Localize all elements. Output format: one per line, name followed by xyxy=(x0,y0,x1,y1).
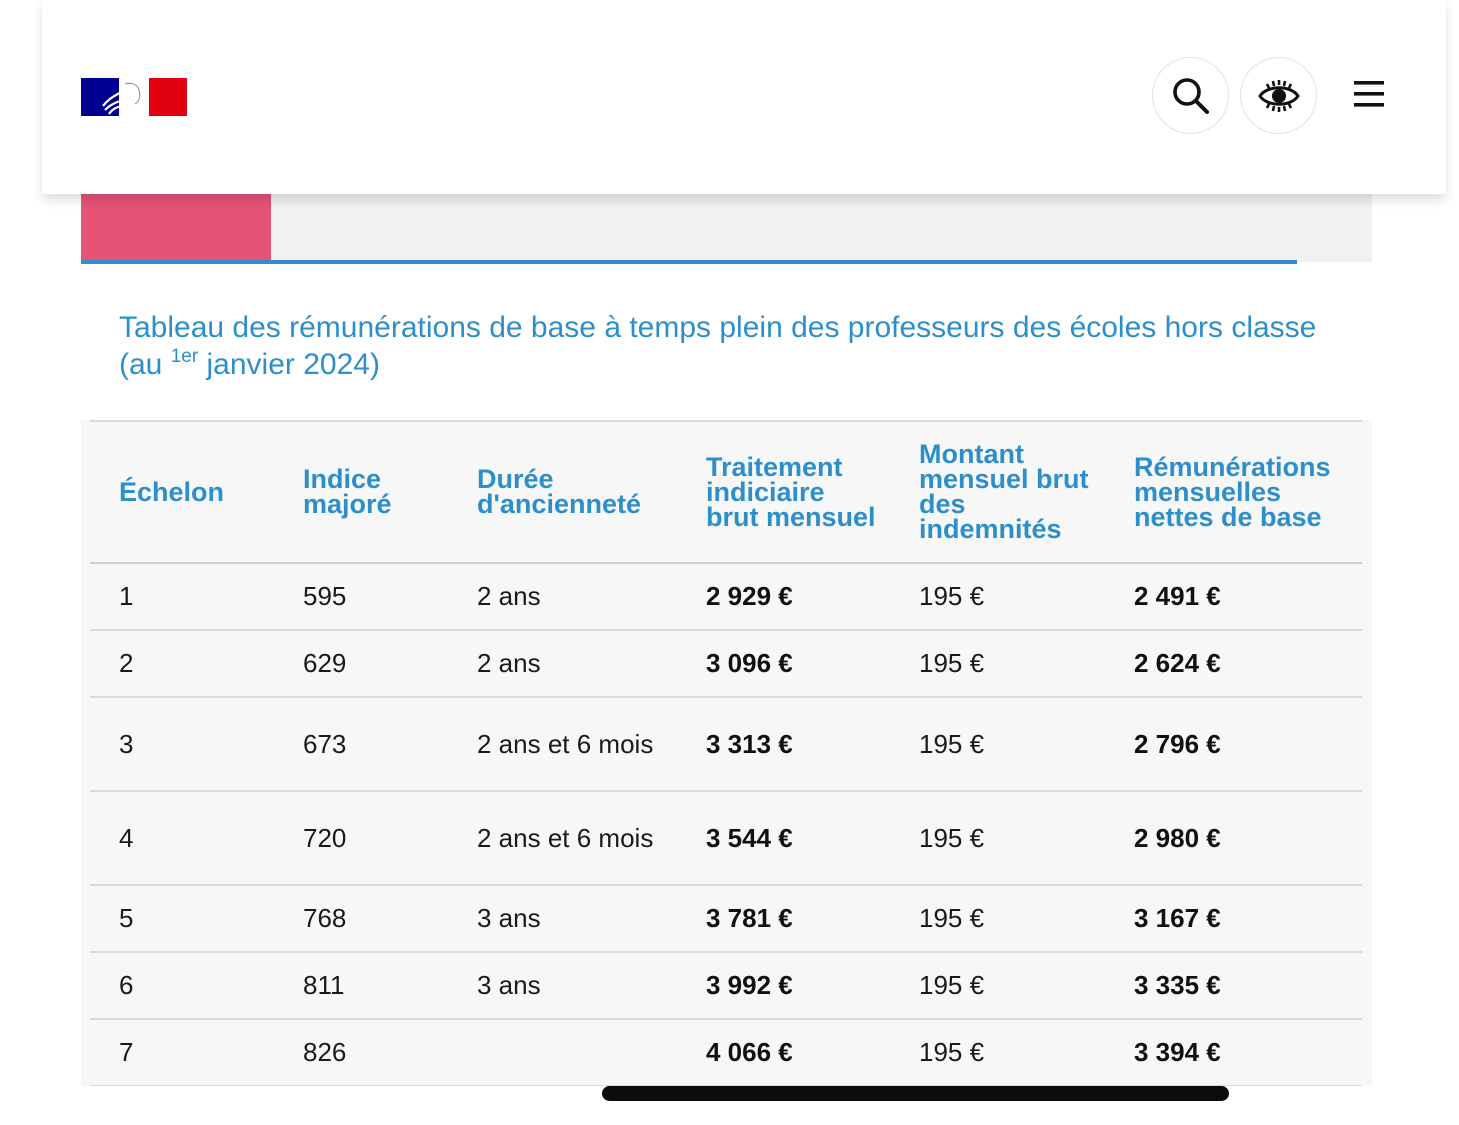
tab-active[interactable] xyxy=(81,194,271,260)
table-row: 6 811 3 ans 3 992 € 195 € 3 335 € xyxy=(90,952,1362,1019)
cell-indemnites: 195 € xyxy=(919,648,985,678)
cell-echelon: 6 xyxy=(119,970,134,1000)
column-header-indice: Indice majoré xyxy=(303,464,392,519)
cell-echelon: 5 xyxy=(119,903,134,933)
cell-indemnites: 195 € xyxy=(919,822,985,853)
cell-echelon: 1 xyxy=(119,581,134,611)
eye-accessibility-icon xyxy=(1257,79,1300,112)
cell-traitement: 3 313 € xyxy=(706,728,793,759)
menu-button[interactable] xyxy=(1347,72,1391,116)
table-row: 4 720 2 ans et 6 mois 3 544 € 195 € 2 98… xyxy=(90,791,1362,885)
column-header-traitement: Traitement indiciaire brut mensuel xyxy=(706,451,876,532)
cell-indemnites: 195 € xyxy=(919,970,985,1000)
cell-indice: 826 xyxy=(303,1037,347,1067)
cell-indemnites: 195 € xyxy=(919,1037,985,1067)
salary-table: Échelon Indice majoré Durée d'ancienneté… xyxy=(90,420,1362,1086)
table-row: 7 826 4 066 € 195 € 3 394 € xyxy=(90,1019,1362,1086)
cell-duree: 3 ans xyxy=(477,903,541,933)
cell-indice: 673 xyxy=(303,728,347,759)
table-row: 5 768 3 ans 3 781 € 195 € 3 167 € xyxy=(90,885,1362,952)
site-header xyxy=(42,0,1446,194)
cell-indice: 629 xyxy=(303,648,347,678)
cell-indemnites: 195 € xyxy=(919,581,985,611)
cell-echelon: 3 xyxy=(119,728,134,759)
cell-traitement: 3 781 € xyxy=(706,903,793,933)
cell-duree: 3 ans xyxy=(477,970,541,1000)
table-caption: Tableau des rémunérations de base à temp… xyxy=(119,309,1319,383)
search-icon xyxy=(1172,77,1209,114)
column-header-net: Rémunérations mensuelles nettes de base xyxy=(1134,451,1331,532)
cell-indemnites: 195 € xyxy=(919,728,985,759)
search-button[interactable] xyxy=(1152,57,1229,134)
cell-indice: 595 xyxy=(303,581,347,611)
cell-net: 2 624 € xyxy=(1134,648,1221,678)
cell-indice: 811 xyxy=(303,970,345,1000)
cell-traitement: 4 066 € xyxy=(706,1037,793,1067)
caption-sup: 1er xyxy=(170,346,199,367)
column-header-echelon: Échelon xyxy=(119,476,225,507)
table-row: 2 629 2 ans 3 096 € 195 € 2 624 € xyxy=(90,630,1362,697)
hamburger-menu-icon xyxy=(1354,81,1384,107)
cell-net: 3 167 € xyxy=(1134,903,1221,933)
table-row: 3 673 2 ans et 6 mois 3 313 € 195 € 2 79… xyxy=(90,697,1362,791)
column-header-duree: Durée d'ancienneté xyxy=(477,464,641,519)
cell-indemnites: 195 € xyxy=(919,903,985,933)
cell-indice: 768 xyxy=(303,903,347,933)
cell-duree: 2 ans xyxy=(477,648,541,678)
cell-traitement: 2 929 € xyxy=(706,581,793,611)
cell-duree xyxy=(448,1019,677,1086)
cell-indice: 720 xyxy=(303,822,347,853)
cell-duree: 2 ans et 6 mois xyxy=(477,728,654,759)
salary-table-container: Échelon Indice majoré Durée d'ancienneté… xyxy=(81,420,1372,1086)
republique-francaise-logo[interactable] xyxy=(81,78,187,116)
tab-bar xyxy=(81,194,1372,262)
cell-traitement: 3 096 € xyxy=(706,648,793,678)
cell-net: 3 394 € xyxy=(1134,1037,1221,1067)
cell-echelon: 7 xyxy=(119,1037,134,1067)
cell-net: 2 980 € xyxy=(1134,822,1221,853)
cell-net: 2 491 € xyxy=(1134,581,1221,611)
cell-net: 3 335 € xyxy=(1134,970,1221,1000)
cell-echelon: 4 xyxy=(119,822,134,853)
column-header-indemnites: Montant mensuel brut des indemnités xyxy=(919,439,1089,544)
cell-echelon: 2 xyxy=(119,648,134,678)
tab-underline xyxy=(81,260,1297,264)
cell-duree: 2 ans et 6 mois xyxy=(477,822,654,853)
caption-end: janvier 2024) xyxy=(198,348,380,381)
accessibility-button[interactable] xyxy=(1240,57,1317,134)
cell-traitement: 3 992 € xyxy=(706,970,793,1000)
cell-traitement: 3 544 € xyxy=(706,822,793,853)
cell-duree: 2 ans xyxy=(477,581,541,611)
cell-net: 2 796 € xyxy=(1134,728,1221,759)
home-indicator[interactable] xyxy=(602,1086,1229,1101)
table-row: 1 595 2 ans 2 929 € 195 € 2 491 € xyxy=(90,563,1362,630)
table-header-row: Échelon Indice majoré Durée d'ancienneté… xyxy=(90,421,1362,563)
